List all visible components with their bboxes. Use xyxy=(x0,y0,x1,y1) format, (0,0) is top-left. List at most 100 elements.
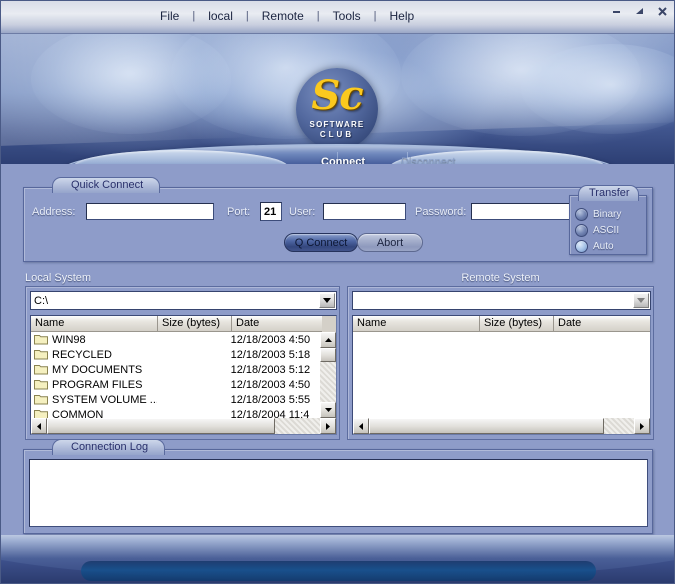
transfer-tab-label: Transfer xyxy=(578,185,639,201)
local-system-pane: Local System C:\ Name Size (bytes) Date xyxy=(25,272,340,440)
table-row[interactable]: MY DOCUMENTS 12/18/2003 5:12 xyxy=(31,362,320,377)
scroll-thumb[interactable] xyxy=(47,418,275,434)
file-date: 12/18/2003 4:50 xyxy=(230,333,311,346)
table-row[interactable]: PROGRAM FILES 12/18/2003 4:50 xyxy=(31,377,320,392)
quick-connect-tab-label: Quick Connect xyxy=(52,177,161,193)
window-controls xyxy=(610,5,668,17)
table-row[interactable]: SYSTEM VOLUME ... 12/18/2003 5:55 xyxy=(31,392,320,407)
app-logo: Sc SOFTWARE CLUB xyxy=(296,68,378,150)
transfer-option-binary[interactable]: Binary xyxy=(575,208,621,221)
chevron-down-icon[interactable] xyxy=(319,293,335,308)
menu-separator: | xyxy=(192,10,196,22)
q-connect-button[interactable]: Q Connect xyxy=(284,233,358,252)
main-toolbar: FTP Connect Disconnect Download Manager xyxy=(63,144,615,164)
local-system-title: Local System xyxy=(25,272,92,284)
file-name: MY DOCUMENTS xyxy=(52,363,143,376)
local-file-list[interactable]: Name Size (bytes) Date WIN98 12/18/2003 … xyxy=(30,315,337,435)
transfer-option-ascii-label: ASCII xyxy=(593,225,620,236)
remote-system-title: Remote System xyxy=(461,272,540,284)
local-file-list-header: Name Size (bytes) Date xyxy=(31,316,336,332)
minimize-icon[interactable] xyxy=(610,5,622,17)
title-bar: File | local | Remote | Tools | Help xyxy=(1,1,674,34)
local-horizontal-scrollbar[interactable] xyxy=(31,418,336,434)
column-header-size[interactable]: Size (bytes) xyxy=(158,316,232,332)
radio-ascii-icon[interactable] xyxy=(575,224,588,237)
column-header-size[interactable]: Size (bytes) xyxy=(480,316,554,332)
remote-system-frame: Name Size (bytes) Date xyxy=(347,286,654,440)
remote-system-pane: Remote System Name Size (bytes) Date xyxy=(347,272,654,440)
file-name: SYSTEM VOLUME ... xyxy=(52,393,158,406)
logo-software-text: SOFTWARE xyxy=(309,120,365,129)
user-label: User: xyxy=(289,206,316,218)
chevron-down-icon[interactable] xyxy=(633,293,649,308)
menu-item-remote[interactable]: Remote xyxy=(253,8,313,24)
transfer-option-binary-label: Binary xyxy=(593,209,622,220)
local-path-value: C:\ xyxy=(34,294,49,307)
file-date: 12/18/2003 4:50 xyxy=(230,378,311,391)
ftp-client-window: File | local | Remote | Tools | Help Sc … xyxy=(0,0,675,584)
menu-item-local[interactable]: local xyxy=(199,8,242,24)
remote-file-list[interactable]: Name Size (bytes) Date xyxy=(352,315,651,435)
transfer-option-auto-label: Auto xyxy=(593,241,614,252)
file-date: 12/18/2003 5:18 xyxy=(230,348,311,361)
menu-item-tools[interactable]: Tools xyxy=(324,8,370,24)
toolbar-button-connect[interactable]: Connect xyxy=(321,156,365,164)
scroll-right-icon[interactable] xyxy=(634,418,650,434)
port-label: Port: xyxy=(227,206,251,218)
local-path-combo[interactable]: C:\ xyxy=(30,291,337,310)
file-name: RECYCLED xyxy=(52,348,112,361)
bottom-status-pill xyxy=(81,561,596,581)
port-input[interactable] xyxy=(260,202,282,221)
scroll-left-icon[interactable] xyxy=(31,418,47,434)
transfer-group: Transfer Binary ASCII Auto xyxy=(569,185,647,255)
address-input[interactable] xyxy=(86,203,214,220)
menu-separator: | xyxy=(373,10,377,22)
menu-item-help[interactable]: Help xyxy=(381,8,424,24)
password-input[interactable] xyxy=(471,203,580,220)
scroll-left-icon[interactable] xyxy=(353,418,369,434)
column-header-date[interactable]: Date xyxy=(554,316,650,332)
password-label: Password: xyxy=(415,206,467,218)
local-vertical-scrollbar[interactable] xyxy=(320,332,336,418)
connection-log-textarea[interactable] xyxy=(29,459,648,527)
close-icon[interactable] xyxy=(656,5,668,17)
maximize-icon[interactable] xyxy=(633,5,645,17)
menu-bar: File | local | Remote | Tools | Help xyxy=(151,8,423,24)
column-header-date[interactable]: Date xyxy=(232,316,322,332)
folder-icon xyxy=(34,365,48,375)
folder-icon xyxy=(34,395,48,405)
radio-auto-icon[interactable] xyxy=(575,240,588,253)
menu-separator: | xyxy=(316,10,320,22)
remote-file-list-header: Name Size (bytes) Date xyxy=(353,316,650,332)
header-banner: Sc SOFTWARE CLUB FTP Connect Disconnect … xyxy=(1,34,674,164)
menu-item-file[interactable]: File xyxy=(151,8,188,24)
table-row[interactable]: RECYCLED 12/18/2003 5:18 xyxy=(31,347,320,362)
column-header-name[interactable]: Name xyxy=(353,316,480,332)
scroll-up-icon[interactable] xyxy=(320,332,336,348)
table-row[interactable]: WIN98 12/18/2003 4:50 xyxy=(31,332,320,347)
logo-monogram: Sc xyxy=(311,72,363,119)
remote-path-combo[interactable] xyxy=(352,291,651,310)
scroll-down-icon[interactable] xyxy=(320,402,336,418)
file-date: 12/18/2003 5:55 xyxy=(230,393,311,406)
local-system-frame: C:\ Name Size (bytes) Date WIN98 12/18/2… xyxy=(25,286,340,440)
file-date: 12/18/2003 5:12 xyxy=(230,363,311,376)
menu-separator: | xyxy=(245,10,249,22)
scroll-right-icon[interactable] xyxy=(320,418,336,434)
address-label: Address: xyxy=(32,206,76,218)
file-name: PROGRAM FILES xyxy=(52,378,143,391)
toolbar-button-disconnect[interactable]: Disconnect xyxy=(401,156,455,164)
transfer-option-auto[interactable]: Auto xyxy=(575,240,614,253)
user-input[interactable] xyxy=(323,203,406,220)
connection-log-tab-label: Connection Log xyxy=(52,439,166,455)
radio-binary-icon[interactable] xyxy=(575,208,588,221)
column-header-name[interactable]: Name xyxy=(31,316,158,332)
scroll-thumb[interactable] xyxy=(320,348,336,362)
scroll-thumb[interactable] xyxy=(369,418,604,434)
abort-button[interactable]: Abort xyxy=(357,233,423,252)
remote-horizontal-scrollbar[interactable] xyxy=(353,418,650,434)
local-file-list-body: WIN98 12/18/2003 4:50 RECYCLED 12/18/200… xyxy=(31,332,320,420)
bottom-bar xyxy=(1,535,674,583)
folder-icon xyxy=(34,335,48,345)
transfer-option-ascii[interactable]: ASCII xyxy=(575,224,619,237)
